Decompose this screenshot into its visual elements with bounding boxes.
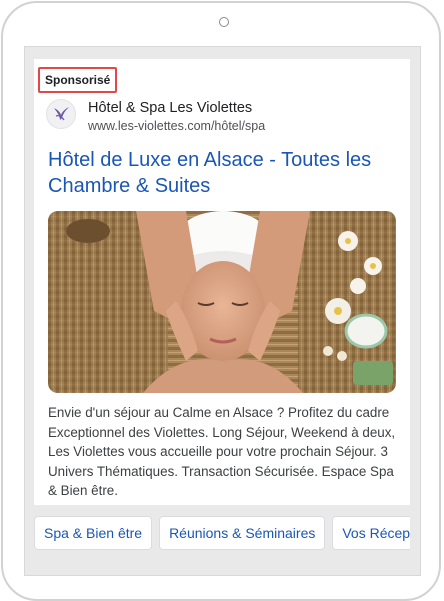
sponsored-label: Sponsorisé: [38, 67, 118, 93]
display-url[interactable]: www.les-violettes.com/hôtel/spa: [88, 119, 265, 133]
sitelink-reunions[interactable]: Réunions & Séminaires: [159, 516, 326, 550]
site-name[interactable]: Hôtel & Spa Les Violettes: [88, 100, 252, 116]
ad-description: Envie d'un séjour au Calme en Alsace ? P…: [48, 405, 396, 498]
search-ad-card: Sponsorisé Hôtel & Spa Les Violettes www…: [34, 59, 410, 505]
site-logo-icon: [46, 99, 76, 129]
sitelink-spa[interactable]: Spa & Bien être: [34, 516, 153, 550]
sitelink-receptions[interactable]: Vos Récep: [332, 516, 410, 550]
ad-headline-link[interactable]: Hôtel de Luxe en Alsace - Toutes les Cha…: [48, 147, 398, 199]
sitelinks-row: Spa & Bien être Réunions & Séminaires Vos …: [34, 516, 410, 552]
spa-massage-image[interactable]: [48, 211, 396, 393]
camera-dot: [219, 17, 229, 27]
